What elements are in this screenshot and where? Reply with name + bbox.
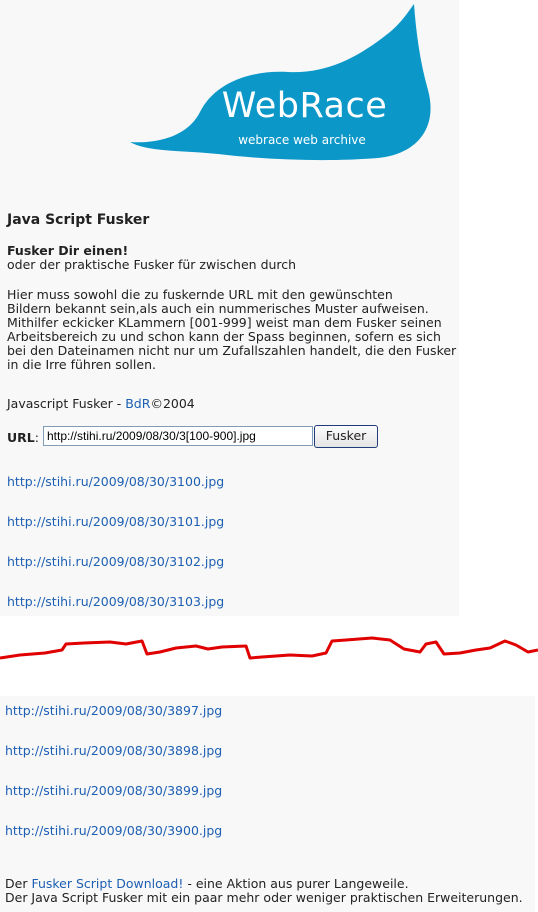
result-link[interactable]: http://stihi.ru/2009/08/30/3899.jpg [5, 783, 222, 798]
credit-suffix: ©2004 [150, 396, 195, 411]
description-line-3: Mithilfer eckicker KLammern [001-999] we… [7, 315, 442, 330]
fusker-button[interactable]: Fusker [314, 425, 378, 448]
torn-edge-line [0, 636, 538, 660]
result-link[interactable]: http://stihi.ru/2009/08/30/3103.jpg [7, 594, 224, 609]
url-input[interactable]: http://stihi.ru/2009/08/30/3[100-900].jp… [43, 426, 313, 446]
url-label-wrap: URL: [7, 430, 39, 445]
footer-suffix: - eine Aktion aus purer Langeweile. [183, 876, 409, 891]
footer-line-2: Der Java Script Fusker mit ein paar mehr… [5, 890, 523, 905]
result-link[interactable]: http://stihi.ru/2009/08/30/3101.jpg [7, 514, 224, 529]
url-label-colon: : [34, 430, 39, 445]
url-label: URL [7, 430, 35, 445]
result-link[interactable]: http://stihi.ru/2009/08/30/3897.jpg [5, 703, 222, 718]
result-link[interactable]: http://stihi.ru/2009/08/30/3898.jpg [5, 743, 222, 758]
fusker-download-link[interactable]: Fusker Script Download! [31, 876, 183, 891]
result-link[interactable]: http://stihi.ru/2009/08/30/3100.jpg [7, 474, 224, 489]
page-title: Java Script Fusker [7, 212, 150, 228]
description-line-2: Bildern bekannt sein,als auch ein nummer… [7, 301, 429, 316]
torn-edge-divider [0, 636, 538, 660]
intro-heading: Fusker Dir einen! [7, 243, 129, 258]
intro-line: oder der praktische Fusker für zwischen … [7, 257, 297, 272]
result-link[interactable]: http://stihi.ru/2009/08/30/3900.jpg [5, 823, 222, 838]
result-link[interactable]: http://stihi.ru/2009/08/30/3102.jpg [7, 554, 224, 569]
logo-subtitle: webrace web archive [238, 133, 366, 147]
description-line-5: bei den Dateinamen nicht nur um Zufallsz… [7, 343, 457, 358]
description-line-6: in die Irre führen sollen. [7, 357, 156, 372]
credit-author-link[interactable]: BdR [125, 396, 150, 411]
description-line-4: Arbeitsbereich zu und schon kann der Spa… [7, 329, 441, 344]
logo-title: WebRace [221, 86, 388, 126]
credit-prefix: Javascript Fusker - [7, 396, 126, 411]
description-line-1: Hier muss sowohl die zu fuskernde URL mi… [7, 287, 393, 302]
credit-line: Javascript Fusker - BdR©2004 [7, 397, 195, 411]
footer-line-1: Der Fusker Script Download! - eine Aktio… [5, 877, 409, 891]
footer-prefix: Der [5, 876, 32, 891]
